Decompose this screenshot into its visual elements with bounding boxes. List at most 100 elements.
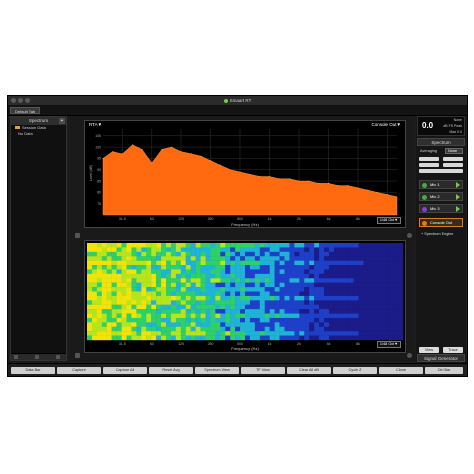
- spectrograph-cell: [274, 251, 280, 257]
- spectrograph-cell: [225, 331, 231, 336]
- spectrograph-cell: [210, 287, 216, 292]
- play-icon[interactable]: [456, 194, 460, 200]
- spectrograph-cell: [245, 317, 251, 323]
- spectrograph-cell: [205, 251, 211, 257]
- remove-icon[interactable]: [56, 355, 60, 359]
- averaging-dropdown[interactable]: None: [445, 148, 463, 154]
- data-bar-button[interactable]: Data Bar: [11, 367, 55, 374]
- spectrograph-cell: [358, 256, 364, 261]
- plot2-right-handle-icon[interactable]: [407, 353, 412, 358]
- source-mic-3[interactable]: Mic 3: [419, 204, 463, 213]
- spectrograph-cell: [353, 243, 359, 248]
- spectrograph-cell: [91, 335, 98, 341]
- trace-button[interactable]: Trace: [443, 347, 463, 353]
- spectrograph-cell: [363, 313, 369, 319]
- spectrograph-cell: [91, 265, 98, 270]
- spectrograph-cell: [230, 273, 236, 279]
- mini-button-3[interactable]: [419, 163, 439, 167]
- spectrograph-cell: [185, 291, 191, 297]
- spectrograph-cell: [294, 309, 300, 314]
- spectrograph-cell: [254, 317, 261, 323]
- capture-button[interactable]: Capture: [57, 367, 101, 374]
- mini-button-1[interactable]: [419, 157, 439, 161]
- spectrograph-cell: [175, 300, 182, 305]
- plot2-left-handle-icon[interactable]: [75, 353, 80, 358]
- mini-button-5[interactable]: [419, 169, 463, 173]
- spectrograph-cell: [348, 300, 354, 305]
- spectrograph-cell: [131, 251, 137, 257]
- play-icon[interactable]: [456, 182, 460, 188]
- mini-button-2[interactable]: [443, 157, 463, 161]
- sidebar-add-button[interactable]: +: [59, 118, 65, 124]
- spectrograph-cell: [368, 331, 374, 336]
- cycle-z-button[interactable]: Cycle Z: [333, 367, 377, 374]
- spectrograph-cell: [378, 256, 384, 261]
- spectrum-view-button[interactable]: Spectrum View: [195, 367, 239, 374]
- spectrograph-cell: [398, 265, 404, 270]
- spectrograph-cell: [116, 304, 122, 310]
- spectrograph-cell: [348, 247, 354, 253]
- add-icon[interactable]: [14, 355, 18, 359]
- spectrograph-cell: [185, 326, 191, 332]
- rta-source-dropdown[interactable]: Console Out▼: [372, 122, 401, 128]
- view-button[interactable]: View: [419, 347, 439, 353]
- clone-button[interactable]: Clone: [379, 367, 423, 374]
- spectrograph-cell: [180, 326, 186, 332]
- spectrograph-cell: [91, 322, 98, 327]
- spectrograph-cell: [254, 335, 261, 341]
- spectrograph-cell: [249, 326, 256, 332]
- spectrograph-cell: [284, 243, 290, 248]
- spectrograph-cell: [294, 251, 300, 257]
- tf-view-button[interactable]: TF View: [241, 367, 285, 374]
- rta-mode-dropdown[interactable]: RTA▼: [89, 122, 102, 128]
- reset-avg-button[interactable]: Reset Avg: [149, 367, 193, 374]
- folder-action-icon[interactable]: [35, 355, 39, 359]
- spectrograph-cell: [289, 273, 295, 279]
- spectrograph-cell: [284, 282, 290, 288]
- spectrograph-cell: [348, 265, 354, 270]
- rta-plot[interactable]: 758085909510010531.5631252505001k2k4k8k1…: [84, 120, 406, 228]
- spectrograph-cell: [185, 322, 191, 327]
- source-mic-2[interactable]: Mic 2: [419, 192, 463, 201]
- spectrograph-cell: [121, 317, 127, 323]
- spectrograph-cell: [240, 256, 246, 261]
- ctrl-bar-button[interactable]: Ctrl Bar: [425, 367, 463, 374]
- spectrograph-cell: [388, 278, 394, 283]
- spectrograph-plot[interactable]: 31.5631252505001k2k4k8k16k 1/48 Oct▼ Fre…: [84, 240, 406, 353]
- spectrograph-cell: [269, 287, 275, 292]
- capture-all-button[interactable]: Capture All: [103, 367, 147, 374]
- spectrograph-cell: [378, 313, 384, 319]
- spectrograph-cell: [324, 300, 330, 305]
- spectrograph-cell: [304, 247, 310, 253]
- spectrograph-cell: [309, 265, 315, 270]
- spectrograph-cell: [309, 309, 315, 314]
- spectrograph-cell: [309, 300, 315, 305]
- play-icon[interactable]: [456, 206, 460, 212]
- spectrograph-cell: [170, 251, 177, 257]
- rta-chart: 758085909510010531.5631252505001k2k4k8k1…: [95, 129, 398, 221]
- spectrograph-cell: [161, 304, 167, 310]
- spectrograph-cell: [190, 304, 196, 310]
- spectrograph-cell: [200, 278, 206, 283]
- spectrum-engine-button[interactable]: + Spectrum Engine: [421, 232, 453, 236]
- spectrograph-cell: [215, 295, 221, 301]
- source-console-out[interactable]: Console Out: [419, 218, 463, 227]
- spectrograph-cell: [294, 273, 300, 279]
- spectrograph-cell: [240, 278, 246, 283]
- spectrograph-cell: [289, 247, 295, 253]
- spectrograph-cell: [185, 282, 191, 288]
- signal-generator-header[interactable]: Signal Generator: [417, 354, 465, 362]
- plot-right-handle-icon[interactable]: [407, 233, 412, 238]
- spectrograph-cell: [245, 300, 251, 305]
- clear-all-button[interactable]: Clear All dB: [287, 367, 331, 374]
- spectrograph-cell: [166, 260, 172, 266]
- source-mic-1[interactable]: Mic 1: [419, 180, 463, 189]
- mode-header[interactable]: Spectrum: [417, 138, 465, 146]
- spectrograph-cell: [393, 309, 399, 314]
- mini-button-4[interactable]: [443, 163, 463, 167]
- spectrograph-cell: [299, 322, 305, 327]
- spectrograph-cell: [348, 331, 354, 336]
- spectrograph-cell: [393, 300, 399, 305]
- tab-default[interactable]: Default Tab: [10, 107, 41, 114]
- plot-left-handle-icon[interactable]: [75, 233, 80, 238]
